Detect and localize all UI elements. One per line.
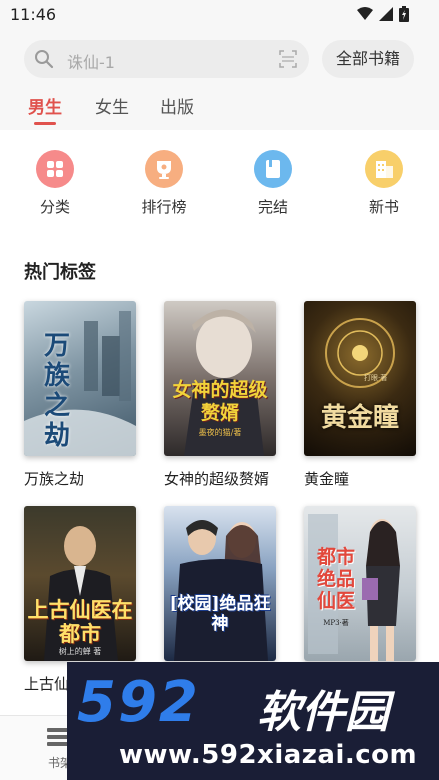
category-finished[interactable]: 完结 bbox=[243, 150, 303, 217]
signal-icon bbox=[379, 7, 393, 21]
tab-indicator bbox=[34, 122, 56, 125]
cover-author: MP3·著 bbox=[323, 619, 349, 627]
category-label: 排行榜 bbox=[141, 198, 187, 216]
cover-title: [校园]绝品狂神 bbox=[169, 594, 271, 634]
cover-author: 树上的蝉 著 bbox=[58, 647, 102, 656]
watermark-url: www.592xiazai.com bbox=[119, 740, 418, 770]
book-card[interactable]: 万族之劫 万族之劫 bbox=[24, 301, 136, 489]
watermark-logo: 592 bbox=[77, 670, 200, 735]
book-title: 黄金瞳 bbox=[304, 470, 350, 488]
book-title: 万族之劫 bbox=[24, 470, 85, 488]
watermark-name: 软件园 bbox=[257, 687, 389, 738]
cover-title: 女神的超级赘婿 bbox=[172, 379, 268, 424]
status-bar: 11:46 bbox=[0, 0, 439, 30]
category-ranking[interactable]: 排行榜 bbox=[134, 150, 194, 217]
book-card[interactable]: 女神的超级赘婿 墨夜的猫/著 女神的超级赘婿 bbox=[164, 301, 276, 489]
category-classify[interactable]: 分类 bbox=[25, 150, 85, 217]
building-icon bbox=[365, 150, 403, 188]
grid-icon bbox=[36, 150, 74, 188]
search-icon bbox=[35, 50, 54, 69]
search-box[interactable]: 诛仙-1 bbox=[24, 40, 309, 78]
book-cover: 万族之劫 bbox=[24, 301, 136, 456]
book-card[interactable]: [校园]绝品狂神 bbox=[164, 506, 276, 673]
tab-publish[interactable]: 出版 bbox=[160, 93, 194, 118]
wifi-icon bbox=[357, 7, 373, 20]
category-label: 新书 bbox=[368, 198, 399, 216]
category-new[interactable]: 新书 bbox=[354, 150, 414, 217]
battery-icon bbox=[399, 6, 409, 22]
cover-title: 上古仙医在都市 bbox=[27, 597, 133, 646]
scan-icon[interactable] bbox=[279, 50, 297, 68]
all-books-button[interactable]: 全部书籍 bbox=[322, 40, 414, 78]
trophy-icon bbox=[145, 150, 183, 188]
cover-title: 都市绝品仙医 bbox=[316, 546, 355, 612]
category-label: 完结 bbox=[257, 198, 288, 216]
category-label: 分类 bbox=[39, 198, 70, 216]
book-cover: 女神的超级赘婿 墨夜的猫/著 bbox=[164, 301, 276, 456]
book-card[interactable]: 都市绝品仙医 MP3·著 bbox=[304, 506, 416, 673]
cover-author: 墨夜的猫/著 bbox=[198, 428, 242, 437]
book-cover: 黄金瞳 打眼·著 bbox=[304, 301, 416, 456]
cover-author: 打眼·著 bbox=[364, 374, 388, 382]
tab-male[interactable]: 男生 bbox=[28, 93, 62, 118]
status-time: 11:46 bbox=[10, 5, 57, 24]
section-title: 热门标签 bbox=[24, 262, 96, 283]
book-cover: [校园]绝品狂神 bbox=[164, 506, 276, 661]
gender-tabs: 男生 女生 出版 bbox=[0, 85, 439, 130]
cover-title: 万族之劫 bbox=[43, 331, 70, 451]
book-card[interactable]: 黄金瞳 打眼·著 黄金瞳 bbox=[304, 301, 416, 489]
tab-female[interactable]: 女生 bbox=[95, 93, 129, 118]
book-cover: 都市绝品仙医 MP3·著 bbox=[304, 506, 416, 661]
book-icon bbox=[254, 150, 292, 188]
cover-title: 黄金瞳 bbox=[320, 403, 399, 433]
search-placeholder: 诛仙-1 bbox=[67, 53, 115, 72]
category-row: 分类 排行榜 完结 新书 bbox=[0, 150, 439, 230]
top-bar: 诛仙-1 全部书籍 男生 女生 出版 bbox=[0, 30, 439, 130]
book-cover: 上古仙医在都市 树上的蝉 著 bbox=[24, 506, 136, 661]
book-title: 女神的超级赘婿 bbox=[164, 470, 270, 488]
status-icons bbox=[357, 6, 409, 22]
watermark-banner: 592 软件园 www.592xiazai.com bbox=[67, 662, 439, 780]
